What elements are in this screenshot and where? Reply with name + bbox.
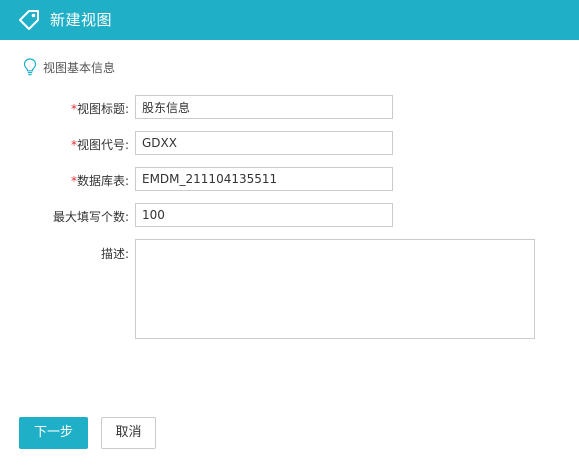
view-code-input[interactable] (135, 131, 393, 155)
new-view-dialog: 新建视图 视图基本信息 *视图标题: *视图代号: *数据库表: 最大填写个数:… (0, 0, 579, 467)
dialog-title: 新建视图 (50, 11, 113, 29)
tag-icon (19, 10, 39, 30)
section-heading: 视图基本信息 (22, 57, 115, 77)
max-fill-label: 最大填写个数: (52, 210, 129, 224)
view-code-label: *视图代号: (70, 138, 129, 152)
db-table-input[interactable] (135, 167, 393, 191)
view-title-label: *视图标题: (70, 102, 129, 116)
lightbulb-icon (23, 58, 37, 76)
description-label: 描述: (100, 247, 129, 261)
section-title: 视图基本信息 (43, 60, 116, 75)
dialog-header: 新建视图 (0, 0, 579, 40)
view-title-input[interactable] (135, 95, 393, 119)
next-step-button[interactable]: 下一步 (19, 417, 88, 449)
db-table-label: *数据库表: (70, 174, 129, 188)
max-fill-input[interactable] (135, 203, 393, 227)
description-textarea[interactable] (135, 239, 535, 339)
cancel-button[interactable]: 取消 (101, 417, 156, 449)
